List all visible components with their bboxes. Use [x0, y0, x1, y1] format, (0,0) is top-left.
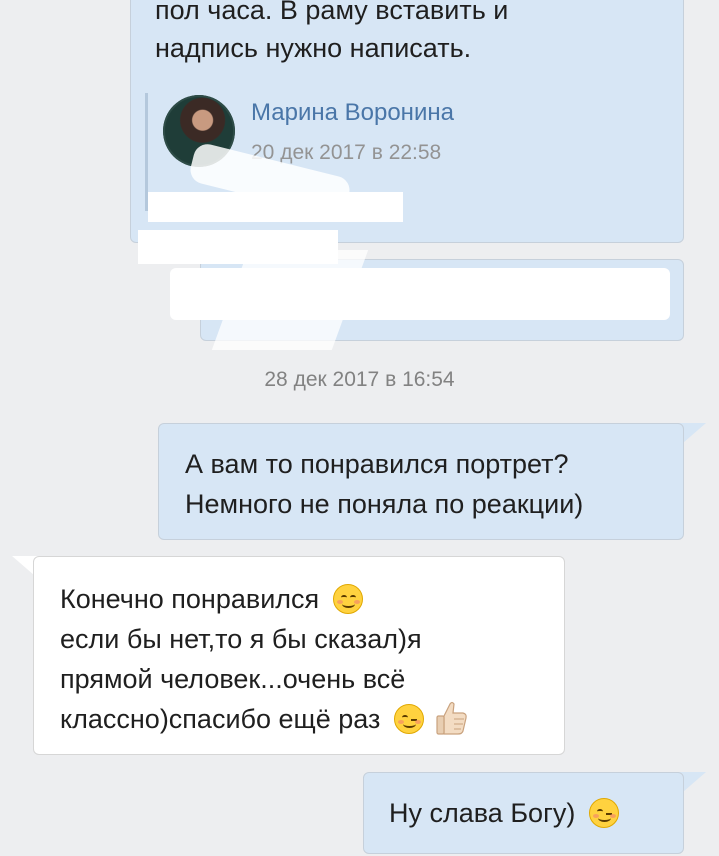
message-line: Немного не поняла по реакции) — [185, 489, 584, 519]
message-line-text: Ну слава Богу) — [389, 798, 576, 828]
redaction-mark — [148, 192, 403, 222]
message-line: надпись нужно написать. — [155, 33, 472, 63]
redaction-mark — [170, 268, 670, 320]
thumbs-up-emoji-icon — [435, 700, 469, 736]
message-line: пол часа. В раму вставить и — [155, 0, 509, 25]
message-text: Ну слава Богу) — [389, 795, 619, 831]
message-line: Конечно понравился — [60, 579, 469, 619]
message-line-text: Конечно понравился — [60, 584, 320, 614]
forward-author-name[interactable]: Марина Воронина — [251, 99, 454, 127]
incoming-message[interactable]: Конечно понравился если бы нет,то я бы с… — [33, 556, 565, 755]
message-line: классно)спасибо ещё раз — [60, 699, 469, 739]
smiling-face-emoji-icon — [332, 584, 363, 614]
message-line: Ну слава Богу) — [389, 795, 619, 831]
message-text: пол часа. В раму вставить и надпись нужн… — [155, 0, 508, 67]
winking-face-emoji-icon — [393, 704, 424, 734]
message-line: А вам то понравился портрет? — [185, 449, 569, 479]
winking-face-emoji-icon — [588, 798, 619, 828]
message-line: прямой человек...очень всё — [60, 664, 406, 694]
message-line: если бы нет,то я бы сказал)я — [60, 624, 422, 654]
message-text: А вам то понравился портрет? Немного не … — [185, 444, 583, 524]
message-text: Конечно понравился если бы нет,то я бы с… — [60, 579, 469, 739]
message-line-text: классно)спасибо ещё раз — [60, 704, 381, 734]
date-separator: 28 дек 2017 в 16:54 — [264, 368, 455, 391]
outgoing-message[interactable]: Ну слава Богу) — [363, 772, 684, 854]
outgoing-message[interactable]: А вам то понравился портрет? Немного не … — [158, 423, 684, 540]
